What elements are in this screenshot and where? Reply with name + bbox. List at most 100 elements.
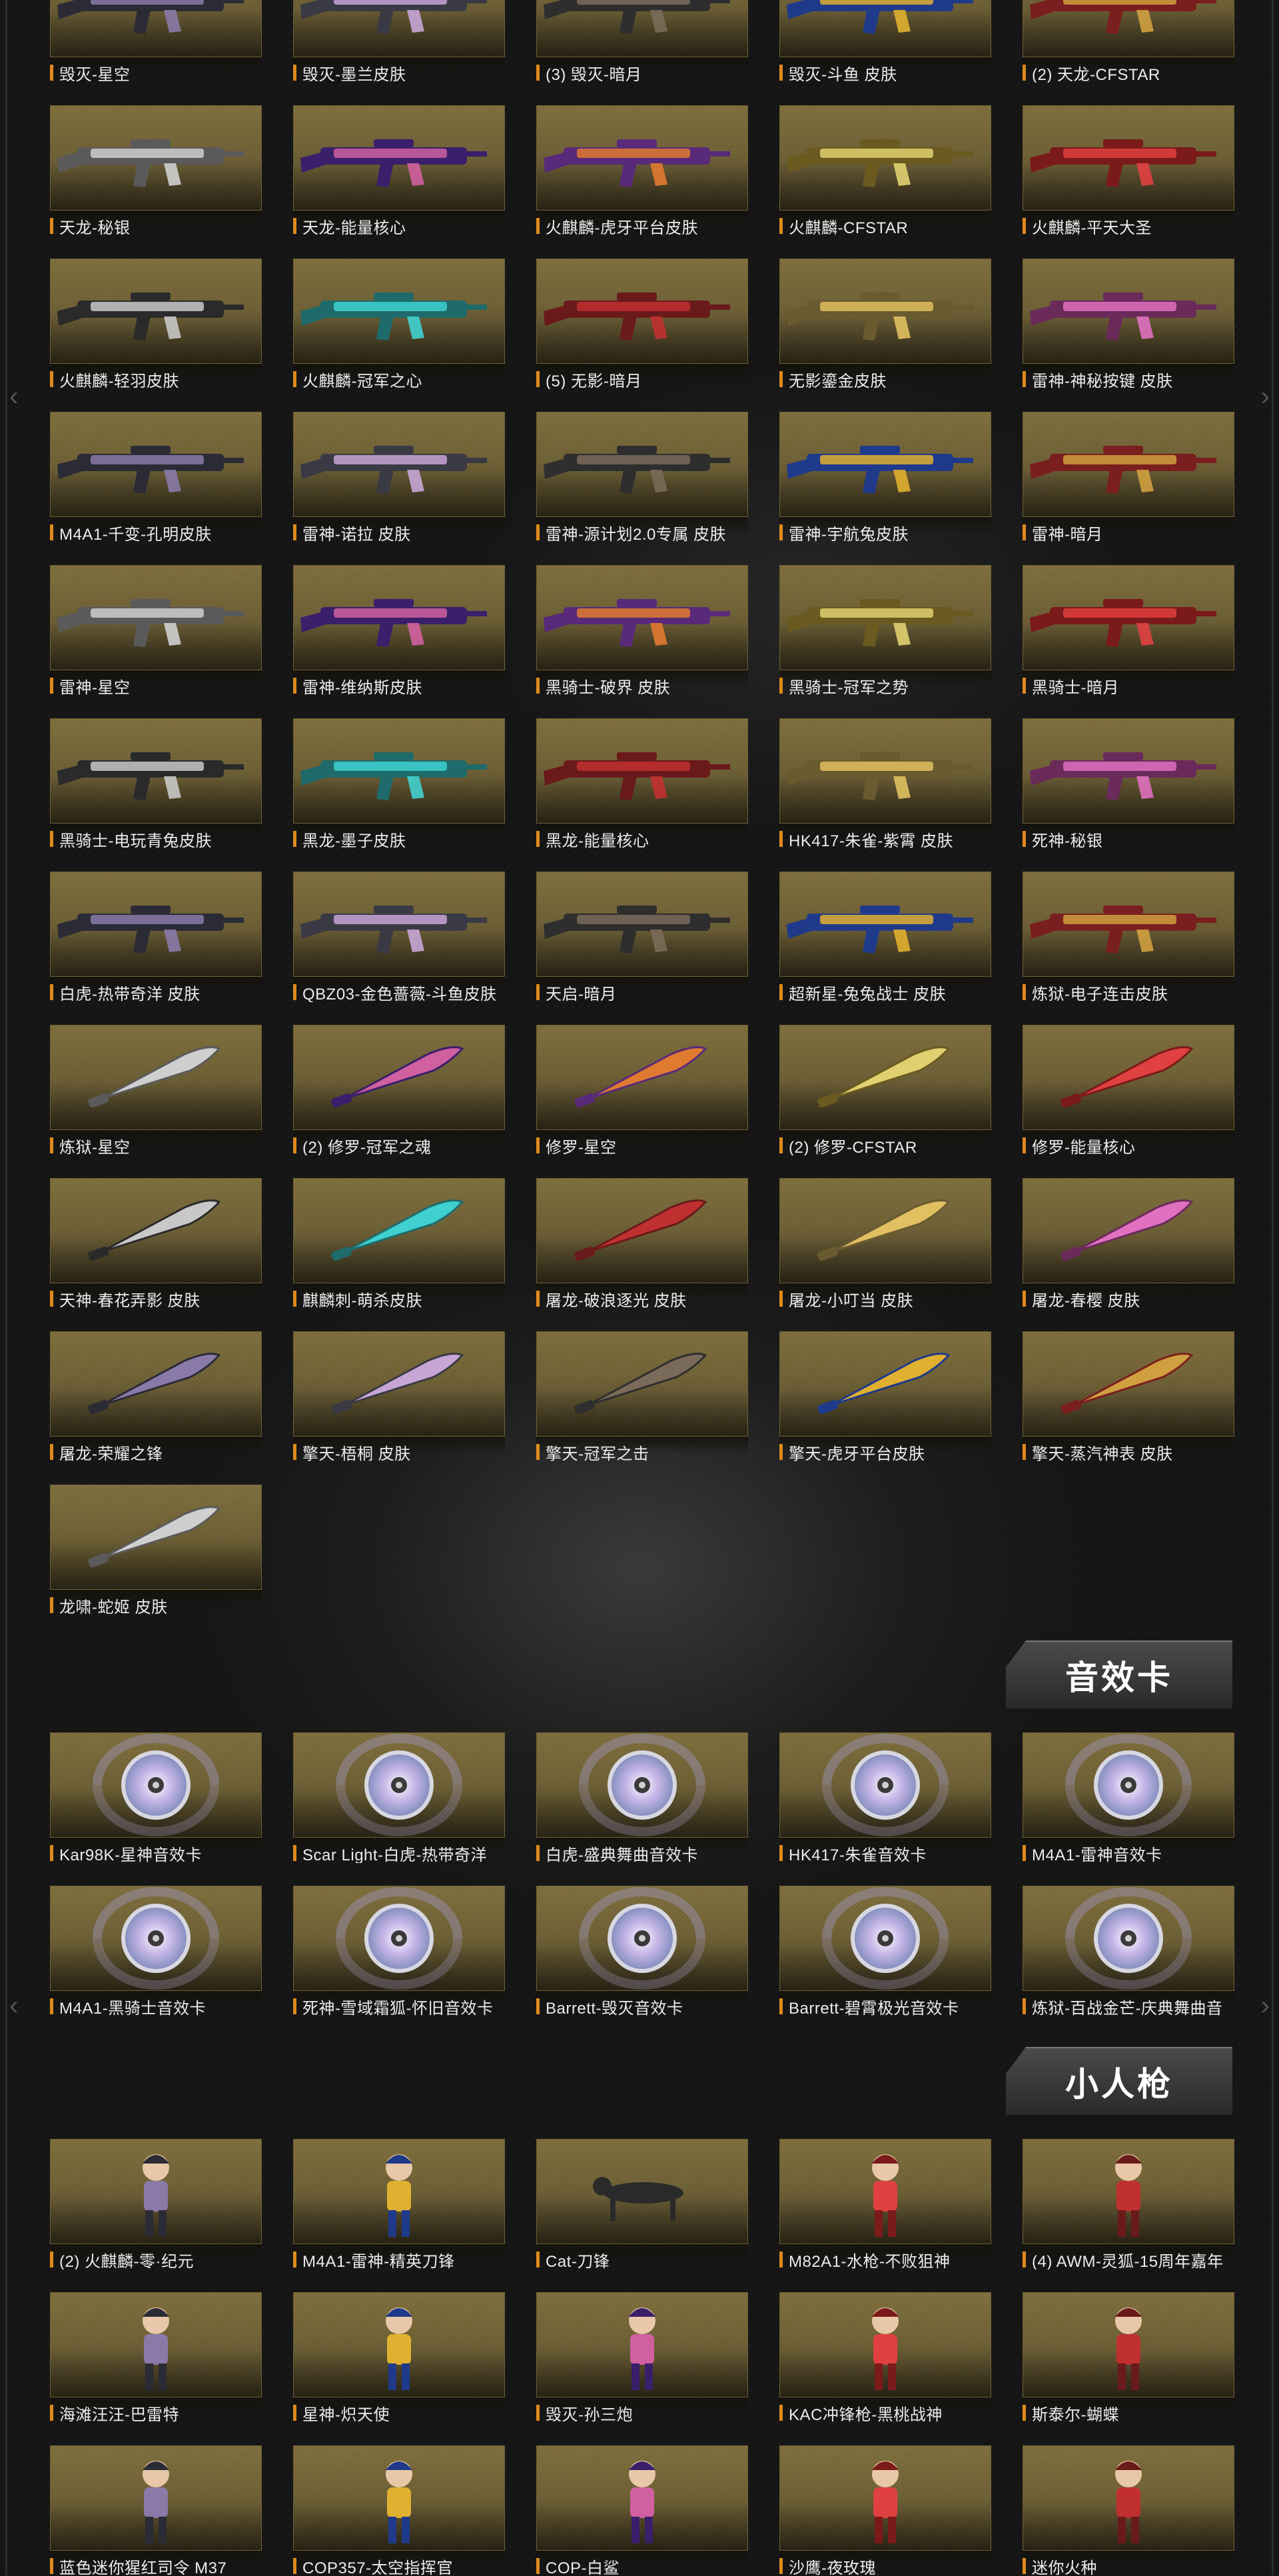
weapon-item[interactable]: 雷神-维纳斯皮肤 <box>293 565 505 696</box>
weapon-item[interactable]: M4A1-千变-孔明皮肤 <box>50 412 262 542</box>
sound-card-item[interactable]: Scar Light-白虎-热带奇洋 <box>293 1732 505 1863</box>
weapon-item[interactable]: 屠龙-春樱 皮肤 <box>1023 1178 1234 1309</box>
gun-image <box>544 446 730 494</box>
weapon-item[interactable]: 雷神-宇航兔皮肤 <box>779 412 991 542</box>
weapon-item[interactable]: 黑龙-能量核心 <box>536 718 748 849</box>
item-name: QBZ03-金色蔷薇-斗鱼皮肤 <box>302 985 497 1003</box>
sound-card-item[interactable]: 炼狱-百战金芒-庆典舞曲音 <box>1023 1886 1234 2016</box>
weapon-item[interactable]: HK417-朱雀-紫霄 皮肤 <box>779 718 991 849</box>
mini-character-item[interactable]: 星神-炽天使 <box>293 2292 505 2423</box>
item-label: 星神-炽天使 <box>293 2403 505 2423</box>
mini-character-item[interactable]: 沙鹰-夜玫瑰 <box>779 2445 991 2576</box>
mini-character-item[interactable]: 毁灭-孙三炮 <box>536 2292 748 2423</box>
item-label: 迷你火种 <box>1023 2556 1234 2576</box>
weapon-item[interactable]: 黑龙-墨子皮肤 <box>293 718 505 849</box>
weapon-item[interactable]: 屠龙-荣耀之锋 <box>50 1331 262 1462</box>
weapon-item[interactable]: 修罗-星空 <box>536 1025 748 1155</box>
item-card-image <box>779 2139 991 2244</box>
mini-character-item[interactable]: M82A1-水枪-不败狙神 <box>779 2139 991 2269</box>
mini-character-item[interactable]: COP357-太空指挥官 <box>293 2445 505 2576</box>
weapon-item[interactable]: 黑骑士-电玩青兔皮肤 <box>50 718 262 849</box>
label-accent-bar <box>779 1845 783 1861</box>
mini-character-item[interactable]: KAC冲锋枪-黑桃战神 <box>779 2292 991 2423</box>
mini-character-item[interactable]: Cat-刀锋 <box>536 2139 748 2269</box>
mini-character-item[interactable]: 斯泰尔-蝴蝶 <box>1023 2292 1234 2423</box>
sound-card-item[interactable]: HK417-朱雀音效卡 <box>779 1732 991 1863</box>
weapon-item[interactable]: (2) 天龙-CFSTAR <box>1023 0 1234 83</box>
weapon-item[interactable]: 黑骑士-暗月 <box>1023 565 1234 696</box>
weapon-item[interactable]: 天启-暗月 <box>536 872 748 1002</box>
weapon-item[interactable]: 火麒麟-虎牙平台皮肤 <box>536 105 748 236</box>
weapon-item[interactable]: (3) 毁灭-暗月 <box>536 0 748 83</box>
weapon-item[interactable]: 天神-春花弄影 皮肤 <box>50 1178 262 1309</box>
sound-card-item[interactable]: 白虎-盛典舞曲音效卡 <box>536 1732 748 1863</box>
weapon-item[interactable]: 龙啸-蛇姬 皮肤 <box>50 1485 262 1615</box>
weapon-item[interactable]: QBZ03-金色蔷薇-斗鱼皮肤 <box>293 872 505 1002</box>
weapon-item[interactable]: 毁灭-墨兰皮肤 <box>293 0 505 83</box>
weapon-item[interactable]: 火麒麟-平天大圣 <box>1023 105 1234 236</box>
label-accent-bar <box>536 1845 540 1861</box>
weapon-item[interactable]: (2) 修罗-冠军之魂 <box>293 1025 505 1155</box>
item-name: 火麒麟-轻羽皮肤 <box>59 372 179 390</box>
weapon-item[interactable]: 擎天-梧桐 皮肤 <box>293 1331 505 1462</box>
weapon-item[interactable]: 毁灭-星空 <box>50 0 262 83</box>
weapon-item[interactable]: 死神-秘银 <box>1023 718 1234 849</box>
weapon-item[interactable]: 擎天-冠军之击 <box>536 1331 748 1462</box>
label-accent-bar <box>293 1998 296 2014</box>
weapon-item[interactable]: 无影鎏金皮肤 <box>779 259 991 389</box>
item-label: 天龙-能量核心 <box>293 216 505 236</box>
weapon-item[interactable]: 黑骑士-冠军之势 <box>779 565 991 696</box>
mini-character-item[interactable]: M4A1-雷神-精英刀锋 <box>293 2139 505 2269</box>
weapon-item[interactable]: 炼狱-星空 <box>50 1025 262 1155</box>
weapon-item[interactable]: 黑骑士-破界 皮肤 <box>536 565 748 696</box>
sound-card-item[interactable]: 死神-雪域霜狐-怀旧音效卡 <box>293 1886 505 2016</box>
label-accent-bar <box>779 831 783 847</box>
weapon-item[interactable]: 雷神-诺拉 皮肤 <box>293 412 505 542</box>
sound-card-item[interactable]: Barrett-毁灭音效卡 <box>536 1886 748 2016</box>
label-accent-bar <box>1023 678 1026 694</box>
weapon-item[interactable]: 超新星-兔兔战士 皮肤 <box>779 872 991 1002</box>
weapon-item[interactable]: 火麒麟-CFSTAR <box>779 105 991 236</box>
weapon-item[interactable]: 屠龙-小叮当 皮肤 <box>779 1178 991 1309</box>
mini-character-item[interactable]: 海滩汪汪-巴雷特 <box>50 2292 262 2423</box>
mini-character-item[interactable]: 迷你火种 <box>1023 2445 1234 2576</box>
weapon-item[interactable]: 屠龙-破浪逐光 皮肤 <box>536 1178 748 1309</box>
item-name: 修罗-星空 <box>546 1138 617 1156</box>
weapon-item[interactable]: 火麒麟-轻羽皮肤 <box>50 259 262 389</box>
weapon-item[interactable]: 火麒麟-冠军之心 <box>293 259 505 389</box>
weapon-item[interactable]: 擎天-虎牙平台皮肤 <box>779 1331 991 1462</box>
weapon-item[interactable]: (2) 修罗-CFSTAR <box>779 1025 991 1155</box>
mini-character-item[interactable]: 蓝色迷你猩红司令 M37 <box>50 2445 262 2576</box>
mini-character-item[interactable]: COP-白鲨 <box>536 2445 748 2576</box>
weapon-item[interactable]: 白虎-热带奇洋 皮肤 <box>50 872 262 1002</box>
weapon-item[interactable]: 雷神-星空 <box>50 565 262 696</box>
sound-card-item[interactable]: M4A1-雷神音效卡 <box>1023 1732 1234 1863</box>
weapon-item[interactable]: (5) 无影-暗月 <box>536 259 748 389</box>
sound-card-item[interactable]: Kar98K-星神音效卡 <box>50 1732 262 1863</box>
weapon-item[interactable]: 天龙-能量核心 <box>293 105 505 236</box>
sound-card-item[interactable]: Barrett-碧霄极光音效卡 <box>779 1886 991 2016</box>
sound-card-item[interactable]: M4A1-黑骑士音效卡 <box>50 1886 262 2016</box>
weapon-item[interactable]: 天龙-秘银 <box>50 105 262 236</box>
item-label: 白虎-盛典舞曲音效卡 <box>536 1843 748 1863</box>
mini-character-item[interactable]: (4) AWM-灵狐-15周年嘉年 <box>1023 2139 1234 2269</box>
item-name: M82A1-水枪-不败狙神 <box>789 2252 951 2270</box>
item-card-image <box>1023 872 1234 977</box>
weapon-image <box>1061 1199 1194 1261</box>
item-card-image <box>50 2292 262 2397</box>
item-name: Barrett-碧霄极光音效卡 <box>789 1999 959 2017</box>
weapon-item[interactable]: 毁灭-斗鱼 皮肤 <box>779 0 991 83</box>
mini-character-item[interactable]: (2) 火麒麟-零·纪元 <box>50 2139 262 2269</box>
item-name: HK417-朱雀音效卡 <box>789 1846 927 1864</box>
left-bracket-icon: ‹ <box>9 1991 19 2020</box>
label-accent-bar <box>50 371 53 387</box>
item-label: (2) 修罗-冠军之魂 <box>293 1135 505 1155</box>
weapon-item[interactable]: 擎天-蒸汽神表 皮肤 <box>1023 1331 1234 1462</box>
weapon-item[interactable]: 炼狱-电子连击皮肤 <box>1023 872 1234 1002</box>
weapon-item[interactable]: 雷神-源计划2.0专属 皮肤 <box>536 412 748 542</box>
weapon-item[interactable]: 雷神-暗月 <box>1023 412 1234 542</box>
weapon-item[interactable]: 麒麟刺-萌杀皮肤 <box>293 1178 505 1309</box>
weapon-item[interactable]: 修罗-能量核心 <box>1023 1025 1234 1155</box>
weapon-item[interactable]: 雷神-神秘按键 皮肤 <box>1023 259 1234 389</box>
item-name: 斯泰尔-蝴蝶 <box>1032 2405 1119 2423</box>
